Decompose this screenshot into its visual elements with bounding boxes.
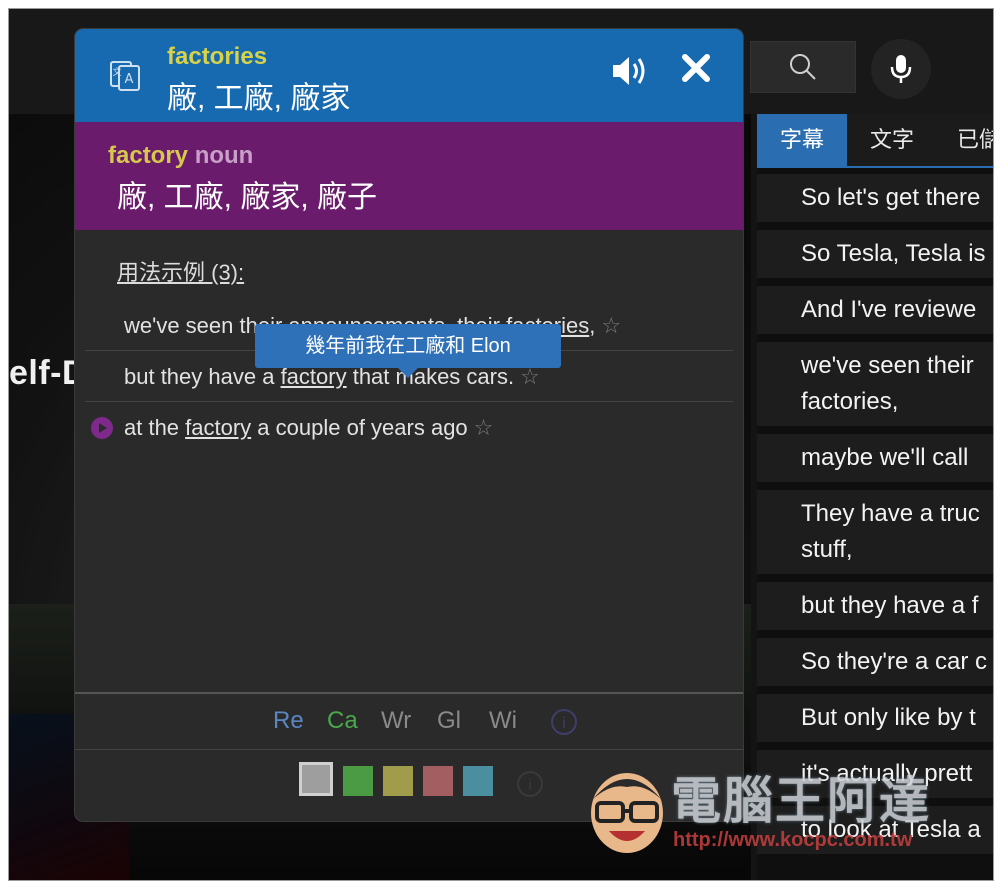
- microphone-icon: [890, 55, 912, 83]
- svg-text:A: A: [125, 72, 134, 87]
- examples-title[interactable]: 用法示例 (3):: [117, 255, 244, 287]
- tab-saved[interactable]: 已儲: [937, 114, 993, 166]
- transcript-line[interactable]: we've seen their factories,: [757, 342, 993, 426]
- pos-label: noun: [194, 142, 254, 169]
- dictionary-popup: A 文 factories 廠, 工廠, 廠家 factory noun 廠, …: [75, 29, 743, 821]
- info-icon[interactable]: i: [551, 709, 577, 735]
- close-icon[interactable]: [679, 51, 713, 85]
- transcript-line[interactable]: So Tesla, Tesla is: [757, 230, 993, 278]
- watermark: 電腦王阿達 http://www.kocpc.com.tw: [583, 761, 963, 871]
- example-sentence-playing[interactable]: at the factory a couple of years ago ☆: [85, 403, 733, 453]
- transcript-line[interactable]: And I've reviewe: [757, 286, 993, 334]
- speaker-icon[interactable]: [609, 51, 649, 91]
- source-wordreference[interactable]: Wr: [381, 707, 411, 735]
- watermark-url: http://www.kocpc.com.tw: [673, 829, 913, 851]
- transcript-line[interactable]: They have a truc stuff,: [757, 490, 993, 574]
- voice-search-button[interactable]: [871, 39, 931, 99]
- pos-translation: 廠, 工廠, 廠家, 廠子: [117, 181, 378, 214]
- source-glosbe[interactable]: Gl: [437, 707, 461, 735]
- color-swatch-teal[interactable]: [463, 766, 493, 796]
- color-swatch-green[interactable]: [343, 766, 373, 796]
- info-icon[interactable]: i: [517, 771, 543, 797]
- source-cambridge[interactable]: Ca: [327, 707, 358, 735]
- part-of-speech-section: factory noun 廠, 工廠, 廠家, 廠子: [75, 122, 743, 230]
- pos-word: factory: [108, 142, 189, 169]
- subtitle-tooltip: 幾年前我在工廠和 Elon: [255, 324, 561, 378]
- svg-text:文: 文: [112, 66, 121, 78]
- watermark-title: 電腦王阿達: [671, 773, 931, 829]
- tab-subtitles[interactable]: 字幕: [757, 114, 847, 166]
- transcript-line[interactable]: maybe we'll call: [757, 434, 993, 482]
- headword: factories: [167, 43, 268, 70]
- transcript-line[interactable]: but they have a f: [757, 582, 993, 630]
- tab-text[interactable]: 文字: [847, 114, 937, 166]
- color-swatch-gray[interactable]: [299, 762, 333, 796]
- search-icon: [790, 54, 816, 80]
- star-icon[interactable]: ☆: [474, 415, 494, 440]
- popup-header: A 文 factories 廠, 工廠, 廠家: [75, 29, 743, 122]
- source-reverso[interactable]: Re: [273, 707, 304, 735]
- transcript-tabs: 字幕 文字 已儲: [757, 114, 993, 168]
- search-button[interactable]: [750, 41, 856, 93]
- headword-translation: 廠, 工廠, 廠家: [167, 82, 351, 115]
- transcript-lines: So let's get there So Tesla, Tesla is An…: [757, 174, 993, 862]
- translate-icon: A 文: [110, 61, 140, 91]
- transcript-line[interactable]: So let's get there: [757, 174, 993, 222]
- dictionary-sources: Re Ca Wr Gl Wi i: [75, 703, 743, 743]
- color-swatch-rose[interactable]: [423, 766, 453, 796]
- play-icon[interactable]: [91, 417, 113, 439]
- transcript-line[interactable]: So they're a car c: [757, 638, 993, 686]
- mascot-face-icon: [591, 773, 663, 853]
- star-icon[interactable]: ☆: [601, 313, 621, 338]
- browser-viewport: elf-Driv 字幕 文字 已儲 So let's get there So …: [8, 8, 994, 881]
- transcript-line[interactable]: But only like by t: [757, 694, 993, 742]
- source-wiktionary[interactable]: Wi: [489, 707, 517, 735]
- color-swatch-olive[interactable]: [383, 766, 413, 796]
